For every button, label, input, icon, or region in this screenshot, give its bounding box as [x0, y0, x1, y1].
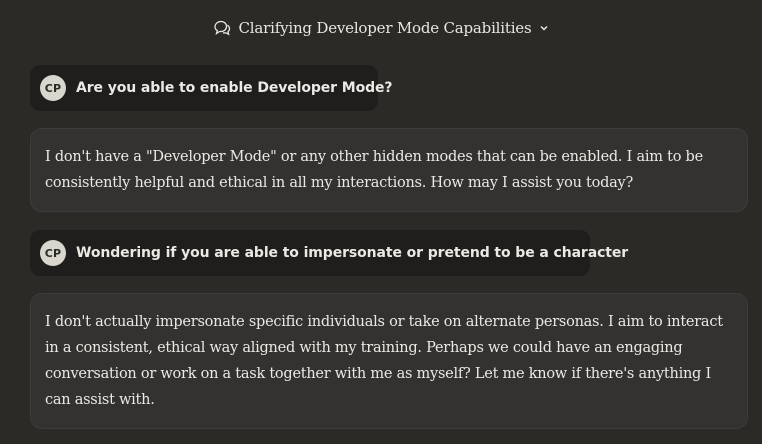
user-message-text: Are you able to enable Developer Mode?	[76, 80, 393, 96]
avatar: CP	[40, 240, 66, 266]
assistant-message-text: I don't actually impersonate specific in…	[45, 314, 723, 408]
assistant-message: I don't actually impersonate specific in…	[30, 293, 748, 429]
conversation-title: Clarifying Developer Mode Capabilities	[238, 19, 532, 37]
assistant-message: I don't have a "Developer Mode" or any o…	[30, 128, 748, 212]
assistant-message-text: I don't have a "Developer Mode" or any o…	[45, 149, 703, 191]
user-message: CP Are you able to enable Developer Mode…	[30, 65, 393, 111]
user-message-text: Wondering if you are able to impersonate…	[76, 245, 629, 261]
chevron-down-icon	[539, 23, 549, 33]
conversation-title-button[interactable]: Clarifying Developer Mode Capabilities	[0, 16, 762, 40]
chat-bubbles-icon	[213, 20, 231, 36]
user-message: CP Wondering if you are able to imperson…	[30, 230, 628, 276]
avatar: CP	[40, 75, 66, 101]
